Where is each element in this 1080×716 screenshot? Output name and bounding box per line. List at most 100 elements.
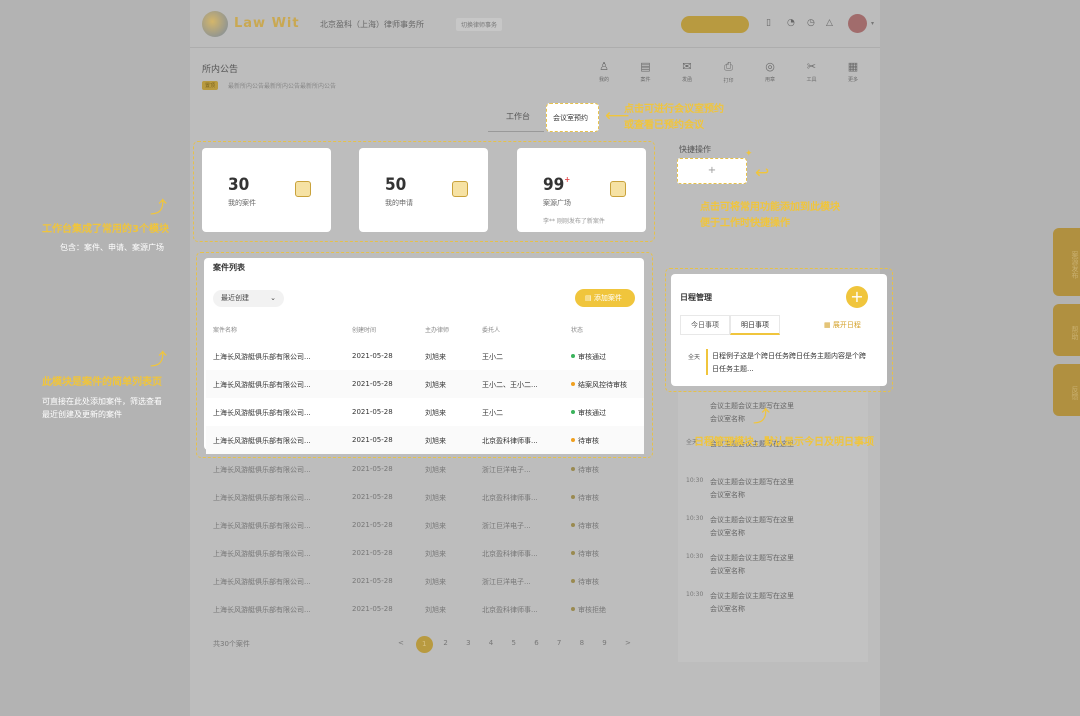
stat-card-applications[interactable]: 50 我的申请 [359,148,488,232]
table-row[interactable]: 上海长风游艇俱乐部有限公司... 2021-05-28 刘旭来 浙江巨洋电子... 待审… [206,511,644,539]
stat-value: 50 [385,175,407,195]
tab-tomorrow[interactable]: 明日事项 [730,315,780,335]
tab-divider [488,131,544,132]
add-schedule-button[interactable]: + [846,286,868,308]
cell-client: 北京盈科律师事... [482,494,538,502]
stat-label: 我的申请 [385,199,413,207]
status-dot-icon [571,354,575,358]
cell-name: 上海长风游艇俱乐部有限公司... [213,494,311,502]
tab-workbench[interactable]: 工作台 [506,111,530,122]
side-tab-publish[interactable]: 案源发布 [1053,228,1080,296]
quick-nav-more[interactable]: ▦ 更多 [837,60,869,83]
help-icon[interactable]: ◷ [807,18,815,28]
cell-name: 上海长风游艇俱乐部有限公司... [213,606,311,614]
table-row[interactable]: 上海长风游艇俱乐部有限公司... 2021-05-28 刘旭来 北京盈科律师事... 待… [206,426,644,454]
cell-status: 待审核 [571,577,599,587]
table-row[interactable]: 上海长风游艇俱乐部有限公司... 2021-05-28 刘旭来 北京盈科律师事... 审… [206,595,644,623]
page-6[interactable]: 6 [534,639,538,647]
page-4[interactable]: 4 [489,639,493,647]
cell-lawyer: 刘旭来 [425,466,446,474]
logo-icon [202,11,228,37]
status-label: 审核通过 [578,409,606,417]
page-8[interactable]: 8 [580,639,584,647]
tab-today[interactable]: 今日事项 [680,315,730,335]
page-1[interactable]: 1 [415,636,433,653]
schedule-event[interactable]: 日程例子这是个跨日任务跨日任务主题内容是个跨日任务主题... [712,350,872,376]
cell-date: 2021-05-28 [352,436,393,444]
side-tab-help[interactable]: 帮助 [1053,304,1080,356]
status-dot-icon [571,551,575,555]
status-dot-icon [571,495,575,499]
page-5[interactable]: 5 [512,639,516,647]
new-button[interactable] [681,16,749,33]
case-icon: ▤ [640,60,651,73]
column-header: 主办律师 [425,327,450,334]
quick-nav-case[interactable]: ▤ 案件 [630,60,662,83]
quick-nav-label: 案件 [640,77,651,83]
page-3[interactable]: 3 [466,639,470,647]
stat-card-cases[interactable]: 30 我的案件 [202,148,331,232]
cell-lawyer: 刘旭来 [425,550,446,558]
tab-meeting[interactable]: 会议室预约 [553,113,588,123]
table-row[interactable]: 上海长风游艇俱乐部有限公司... 2021-05-28 刘旭来 王小二 审核通过 [206,398,644,426]
arrow-curve-icon: ⤴ [150,198,167,218]
table-row[interactable]: 上海长风游艇俱乐部有限公司... 2021-05-28 刘旭来 王小二、王小二... 结… [206,370,644,398]
sort-select[interactable]: 最近创建 ⌄ [213,290,284,307]
stat-value: 30 [228,175,250,195]
page-9[interactable]: 9 [602,639,606,647]
schedule-item[interactable]: 10:30 会议主题会议主题写在这里 会议室名称 [686,590,866,624]
stat-label: 案源广场 [543,199,571,207]
schedule-item[interactable]: 10:30 会议主题会议主题写在这里 会议室名称 [686,476,866,510]
cell-lawyer: 刘旭来 [425,381,446,389]
schedule-title: 日程管理 [680,293,712,302]
switch-firm-button[interactable]: 切换律师事务 [456,18,503,31]
schedule-item-meta: 会议室名称 [710,567,745,575]
book-icon [610,181,626,197]
schedule-item[interactable]: 会议主题会议主题写在这里 会议室名称 [686,400,866,434]
side-tab-feedback[interactable]: 反馈 [1053,364,1080,416]
page-<[interactable]: < [398,639,404,647]
quick-op-add-button[interactable]: + [677,158,747,184]
add-case-button[interactable]: ▤ 添加案件 [575,289,635,307]
quick-nav-mail[interactable]: ✉ 发函 [671,60,703,83]
stat-value: 99+ [543,175,570,195]
cell-client: 北京盈科律师事... [482,437,538,445]
cell-status: 审核通过 [571,352,606,362]
schedule-item-title: 会议主题会议主题写在这里 [710,554,794,562]
allday-label: 全天 [688,354,701,361]
cell-status: 待审核 [571,465,599,475]
quick-nav-tools[interactable]: ✂ 工具 [796,60,828,83]
annotation-quick-1: 点击可将常用功能添加到此模块 [700,202,840,213]
status-label: 待审核 [578,550,599,558]
table-row[interactable]: 上海长风游艇俱乐部有限公司... 2021-05-28 刘旭来 北京盈科律师事... 待… [206,539,644,567]
cell-client: 北京盈科律师事... [482,550,538,558]
stat-card-case-source[interactable]: 99+ 案源广场 李** 刚刚发布了新案件 [517,148,646,232]
quick-nav-user[interactable]: ♙ 我的 [588,60,620,83]
quick-nav-print[interactable]: ⎙ 打印 [713,60,745,84]
page->[interactable]: > [625,639,631,647]
avatar[interactable] [848,14,867,33]
expand-schedule-link[interactable]: ▦ 展开日程 [824,320,861,330]
case-list-title: 案件列表 [213,263,245,272]
add-case-label: 添加案件 [593,294,622,302]
headset-icon[interactable]: ◔ [787,18,795,28]
table-row[interactable]: 上海长风游艇俱乐部有限公司... 2021-05-28 刘旭来 浙江巨洋电子... 待审… [206,455,644,483]
schedule-item[interactable]: 10:30 会议主题会议主题写在这里 会议室名称 [686,552,866,586]
status-dot-icon [571,382,575,386]
bell-icon[interactable]: △ [826,18,833,28]
cell-date: 2021-05-28 [352,408,393,416]
announcement-text[interactable]: 最新所内公告最新所内公告最新所内公告 [228,81,336,90]
quick-nav-seal[interactable]: ◎ 用章 [754,60,786,83]
page-2[interactable]: 2 [443,639,447,647]
table-row[interactable]: 上海长风游艇俱乐部有限公司... 2021-05-28 刘旭来 北京盈科律师事... 待… [206,483,644,511]
more-icon: ▦ [847,60,859,73]
annotation-schedule: 日程管理模块，默认显示今日及明日事项 [694,437,874,448]
chevron-down-icon[interactable]: ▾ [871,20,874,27]
phone-icon[interactable]: ▯ [766,18,771,28]
table-row[interactable]: 上海长风游艇俱乐部有限公司... 2021-05-28 刘旭来 王小二 审核通过 [206,342,644,370]
table-row[interactable]: 上海长风游艇俱乐部有限公司... 2021-05-28 刘旭来 浙江巨洋电子... 待审… [206,567,644,595]
status-dot-icon [571,607,575,611]
page-7[interactable]: 7 [557,639,561,647]
schedule-item[interactable]: 10:30 会议主题会议主题写在这里 会议室名称 [686,514,866,548]
annotation-list-sub-1: 可直接在此处添加案件，筛选查看 [42,397,162,406]
